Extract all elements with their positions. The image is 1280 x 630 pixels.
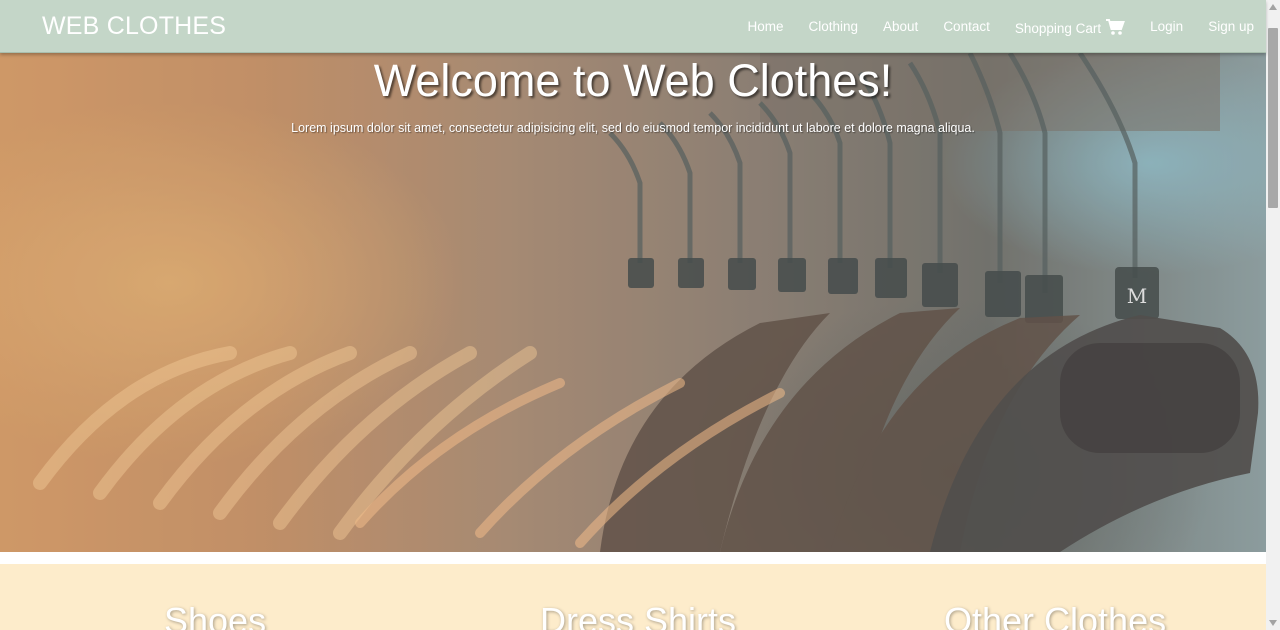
nav-contact-link[interactable]: Contact: [943, 19, 990, 34]
scroll-down-arrow-icon[interactable]: [1266, 616, 1280, 630]
category-dress-shirts-heading[interactable]: Dress Shirts: [540, 600, 736, 630]
scroll-up-arrow-icon[interactable]: [1266, 0, 1280, 14]
hero-subtitle: Lorem ipsum dolor sit amet, consectetur …: [291, 121, 975, 135]
shopping-cart-icon: [1106, 18, 1126, 35]
top-navbar: WEB CLOTHES Home Clothing About Contact …: [0, 0, 1266, 53]
nav-login-link[interactable]: Login: [1150, 19, 1183, 34]
shopping-cart-label: Shopping Cart: [1014, 21, 1102, 36]
hero-title: Welcome to Web Clothes!: [373, 55, 893, 106]
nav-home-link[interactable]: Home: [747, 19, 783, 34]
category-other-clothes-heading[interactable]: Other Clothes: [944, 600, 1166, 630]
category-shoes-heading[interactable]: Shoes: [164, 600, 266, 630]
hero-banner: M Welcome to Web Clothes! Lorem ipsum do…: [0, 53, 1266, 552]
nav-shopping-cart-link[interactable]: Shopping Cart: [1014, 18, 1126, 36]
page-scrollbar[interactable]: [1266, 0, 1280, 630]
brand-logo-link[interactable]: WEB CLOTHES: [42, 12, 226, 41]
nav-about-link[interactable]: About: [883, 19, 918, 34]
nav-signup-link[interactable]: Sign up: [1208, 19, 1254, 34]
category-section: Shoes Dress Shirts Other Clothes: [0, 564, 1266, 630]
nav-clothing-link[interactable]: Clothing: [809, 19, 859, 34]
scroll-thumb[interactable]: [1268, 28, 1278, 208]
nav-links: Home Clothing About Contact Shopping Car…: [722, 0, 1254, 53]
